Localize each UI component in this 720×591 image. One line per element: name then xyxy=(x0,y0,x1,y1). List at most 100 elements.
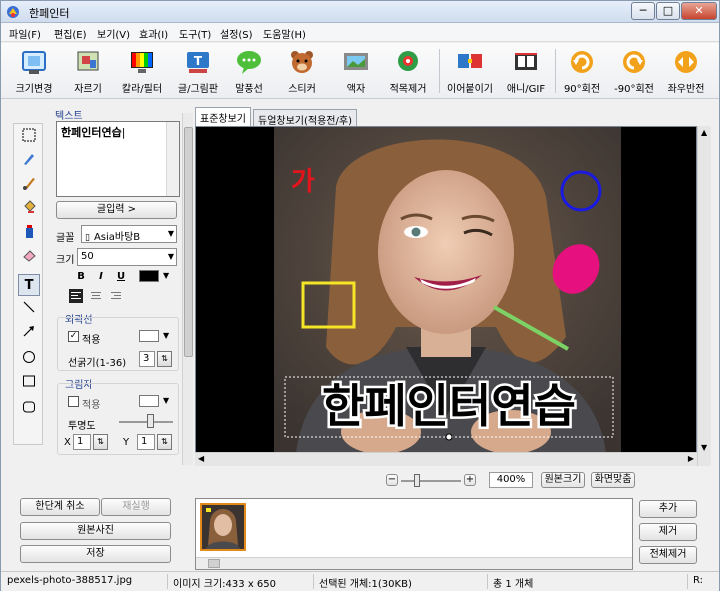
add-button[interactable]: 추가 xyxy=(639,500,697,518)
outline-width-spinner[interactable]: ⇅ xyxy=(157,351,172,367)
underline-button[interactable]: U xyxy=(113,269,129,285)
crop-button[interactable]: 자르기 xyxy=(59,45,117,97)
menu-help[interactable]: 도움말(H) xyxy=(263,26,306,41)
merge-button[interactable]: 이어붙이기 xyxy=(441,45,499,97)
rounded-rect-tool[interactable] xyxy=(18,400,40,422)
remove-button[interactable]: 제거 xyxy=(639,523,697,541)
thumbnail-item[interactable] xyxy=(200,503,246,551)
rotate-ccw-button[interactable]: -90°회전 xyxy=(605,45,663,97)
zoom-slider-track[interactable] xyxy=(401,480,461,482)
align-left-icon[interactable] xyxy=(69,289,83,303)
original-photo-button[interactable]: 원본사진 xyxy=(20,522,171,540)
outline-apply-checkbox[interactable]: ✓ xyxy=(68,331,79,342)
text-draw-button[interactable]: T 글/그림판 xyxy=(169,45,227,97)
opacity-slider-track[interactable] xyxy=(119,421,173,423)
status-selected-object: 선택된 개체:1(30KB) xyxy=(319,579,412,590)
fit-screen-button[interactable]: 화면맞춤 xyxy=(591,472,635,488)
arrow-tool[interactable] xyxy=(18,324,40,346)
size-label: 크기 xyxy=(56,255,75,266)
rectangle-tool[interactable] xyxy=(18,374,40,396)
menu-settings[interactable]: 설정(S) xyxy=(220,26,253,41)
close-button[interactable]: ✕ xyxy=(681,2,717,20)
fill-tool[interactable] xyxy=(18,200,40,222)
original-size-button[interactable]: 원본크기 xyxy=(541,472,585,488)
image-canvas[interactable]: 가 한페인터연습 xyxy=(195,126,697,466)
align-center-icon[interactable] xyxy=(89,289,103,303)
canvas-vertical-scrollbar[interactable]: ▲ ▼ xyxy=(697,126,711,466)
text-color-swatch[interactable] xyxy=(139,270,159,282)
minimize-button[interactable]: ─ xyxy=(631,2,655,20)
menu-view[interactable]: 보기(V) xyxy=(97,26,130,41)
undo-button[interactable]: 한단계 취소 xyxy=(20,498,100,516)
scroll-up-icon[interactable]: ▲ xyxy=(701,128,707,137)
chevron-down-icon[interactable]: ▼ xyxy=(163,396,169,405)
redo-button[interactable]: 재실행 xyxy=(101,498,171,516)
ellipse-tool[interactable] xyxy=(18,350,40,372)
resize-icon xyxy=(22,51,46,74)
font-select[interactable]: ▯ Asia바탕B ▼ xyxy=(81,225,177,243)
panel-scroll-thumb[interactable] xyxy=(184,127,193,357)
menu-edit[interactable]: 편집(E) xyxy=(54,26,87,41)
text-tool[interactable]: T xyxy=(18,274,40,296)
zoom-slider-handle[interactable] xyxy=(414,474,420,487)
align-right-icon[interactable] xyxy=(109,289,123,303)
line-tool[interactable] xyxy=(18,300,40,322)
arrow-icon xyxy=(23,326,34,337)
speech-bubble-button[interactable]: 말풍선 xyxy=(220,45,278,97)
gif-icon xyxy=(515,53,537,70)
pencil-tool[interactable] xyxy=(18,152,40,174)
color-filter-button[interactable]: 칼라/필터 xyxy=(113,45,171,97)
overlay-text[interactable]: 한페인터연습 xyxy=(320,377,579,436)
shadow-apply-checkbox[interactable] xyxy=(68,396,79,407)
size-select[interactable]: 50 ▼ xyxy=(77,248,177,266)
tab-dual-view[interactable]: 듀얼창보기(적용전/후) xyxy=(253,109,357,127)
red-eye-button[interactable]: 적목제거 xyxy=(379,45,437,97)
zoom-out-button[interactable]: − xyxy=(386,474,398,486)
menu-tools[interactable]: 도구(T) xyxy=(179,26,211,41)
select-rect-icon xyxy=(22,128,36,142)
text-input-button[interactable]: 글입력 > xyxy=(56,201,177,219)
tab-standard-view[interactable]: 표준창보기 xyxy=(195,107,251,127)
shadow-color-swatch[interactable] xyxy=(139,395,159,407)
shadow-y-field[interactable]: 1 xyxy=(137,434,155,450)
shadow-y-spinner[interactable]: ⇅ xyxy=(157,434,172,450)
italic-button[interactable]: I xyxy=(93,269,109,285)
chevron-down-icon[interactable]: ▼ xyxy=(163,271,169,280)
panel-scrollbar[interactable] xyxy=(182,113,193,465)
outline-width-field[interactable]: 3 xyxy=(139,351,155,367)
thumbnail-scrollbar[interactable] xyxy=(196,557,632,569)
menu-effects[interactable]: 효과(I) xyxy=(139,26,168,41)
red-drawn-text[interactable]: 가 xyxy=(291,167,315,197)
scroll-left-icon[interactable]: ◀ xyxy=(198,454,204,463)
zoom-level-field[interactable]: 400% xyxy=(489,472,533,488)
scroll-down-icon[interactable]: ▼ xyxy=(701,443,707,452)
textarea-scrollbar[interactable] xyxy=(166,122,179,196)
resize-button[interactable]: 크기변경 xyxy=(5,45,63,97)
sticker-button[interactable]: 스티커 xyxy=(273,45,331,97)
size-value: 50 xyxy=(81,251,94,262)
save-button[interactable]: 저장 xyxy=(20,545,171,563)
maximize-button[interactable]: □ xyxy=(656,2,680,20)
spray-tool[interactable] xyxy=(18,224,40,246)
frame-button[interactable]: 액자 xyxy=(327,45,385,97)
brush-tool[interactable] xyxy=(18,176,40,198)
bold-button[interactable]: B xyxy=(73,269,89,285)
canvas-horizontal-scrollbar[interactable]: ◀ ▶ xyxy=(195,452,697,466)
opacity-slider-handle[interactable] xyxy=(147,414,154,428)
outline-color-swatch[interactable] xyxy=(139,330,159,342)
scroll-right-icon[interactable]: ▶ xyxy=(688,454,694,463)
select-tool[interactable] xyxy=(18,128,40,150)
shadow-x-field[interactable]: 1 xyxy=(73,434,91,450)
thumbnail-scroll-thumb[interactable] xyxy=(208,559,220,568)
remove-all-button[interactable]: 전체제거 xyxy=(639,546,697,564)
text-input-area[interactable]: 한페인터연습| xyxy=(56,121,180,197)
menu-file[interactable]: 파일(F) xyxy=(9,26,41,41)
eraser-tool[interactable] xyxy=(18,248,40,270)
zoom-in-button[interactable]: + xyxy=(464,474,476,486)
rotate-cw-button[interactable]: 90°회전 xyxy=(553,45,611,97)
chevron-down-icon[interactable]: ▼ xyxy=(163,331,169,340)
shadow-x-spinner[interactable]: ⇅ xyxy=(93,434,108,450)
selection-handle[interactable] xyxy=(445,433,453,441)
flip-button[interactable]: 좌우반전 xyxy=(657,45,715,97)
gif-button[interactable]: 애니/GIF xyxy=(497,45,555,97)
